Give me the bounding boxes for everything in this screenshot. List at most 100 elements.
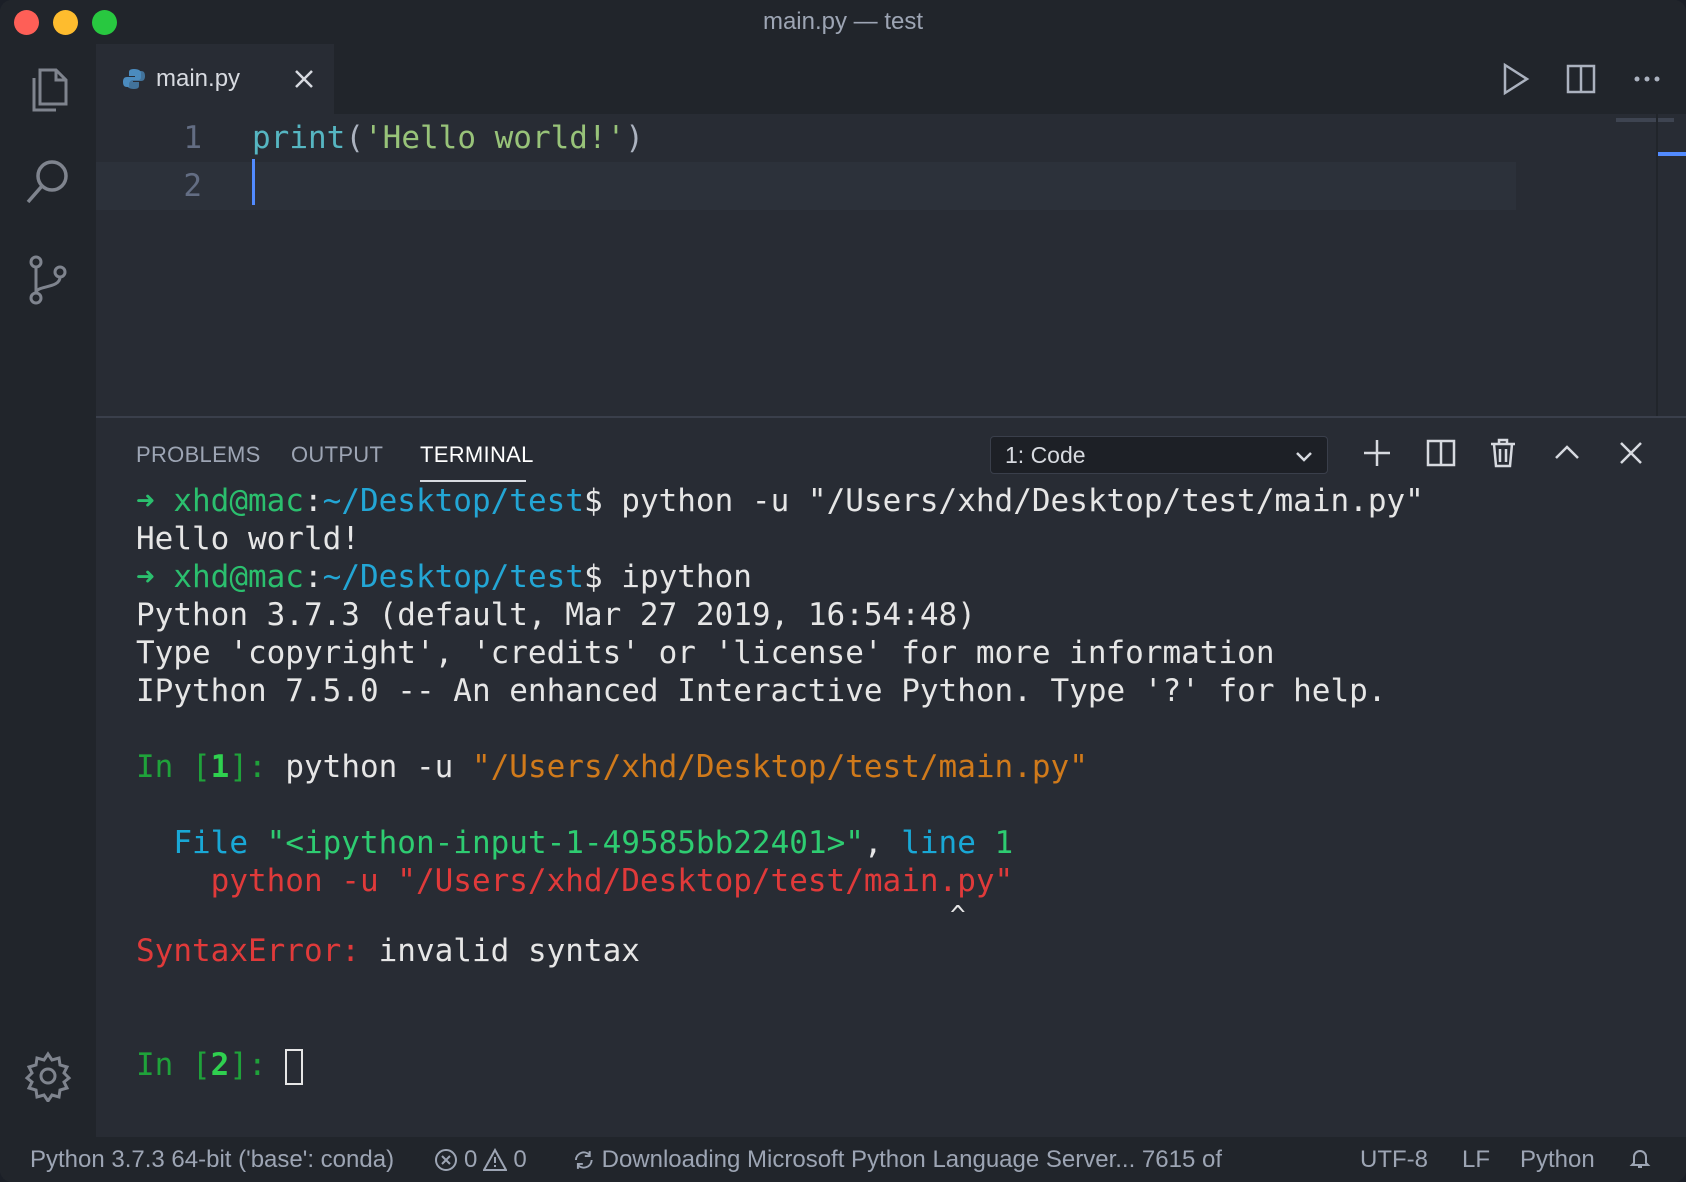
prompt-arrow: ➜	[136, 559, 174, 595]
window-controls	[14, 10, 117, 35]
minimap[interactable]	[1616, 118, 1674, 122]
files-icon[interactable]	[22, 64, 74, 116]
language-mode-selector[interactable]: Python	[1520, 1146, 1595, 1174]
terminal-line: Hello world!	[136, 521, 360, 557]
warning-count: 0	[513, 1146, 527, 1173]
title-bar: main.py — test	[0, 0, 1686, 44]
editor-actions	[1496, 60, 1666, 98]
editor-scrollbar-track[interactable]	[1656, 114, 1658, 416]
prompt-colon: :	[303, 559, 323, 595]
python-interpreter[interactable]: Python 3.7.3 64-bit ('base': conda)	[30, 1146, 394, 1174]
run-icon[interactable]	[1496, 60, 1534, 98]
eol-selector[interactable]: LF	[1462, 1146, 1490, 1174]
prompt-userhost: xhd@mac	[173, 559, 304, 595]
tab-output[interactable]: OUTPUT	[291, 442, 383, 468]
command: ipython	[621, 559, 752, 595]
sync-icon	[574, 1151, 593, 1169]
vscode-window: main.py — test main.py 1 print('Hello wo…	[0, 0, 1686, 1182]
close-tab-icon[interactable]	[290, 65, 318, 93]
tab-main-py[interactable]: main.py	[96, 44, 334, 114]
ipython-input-line: In [2]:	[136, 1046, 1676, 1085]
close-window-button[interactable]	[14, 10, 39, 35]
notifications-bell-icon[interactable]	[1628, 1146, 1652, 1170]
terminal-line: IPython 7.5.0 -- An enhanced Interactive…	[136, 673, 1387, 709]
tab-problems[interactable]: PROBLEMS	[136, 442, 261, 468]
download-progress-text: Downloading Microsoft Python Language Se…	[601, 1146, 1222, 1173]
traceback-caret-line: ^	[136, 901, 966, 931]
input-string: "/Users/xhd/Desktop/test/main.py"	[471, 749, 1088, 785]
source-control-icon[interactable]	[22, 254, 74, 306]
token-paren: (	[345, 120, 364, 156]
new-terminal-icon[interactable]	[1360, 436, 1394, 470]
terminal-line: ➜ xhd@mac:~/Desktop/test$ python -u "/Us…	[136, 482, 1676, 520]
in-prompt-suffix: ]:	[229, 749, 286, 785]
editor-tab-bar: main.py	[96, 44, 1686, 114]
traceback-line-number: 1	[994, 825, 1014, 861]
tab-terminal[interactable]: TERMINAL	[420, 442, 534, 468]
prompt-dollar: $	[583, 483, 622, 519]
cursor-position-marker	[1658, 152, 1686, 156]
warning-icon	[483, 1148, 508, 1171]
tab-label: main.py	[156, 65, 241, 92]
gear-icon[interactable]	[22, 1050, 74, 1104]
ipython-input-line: In [1]: python -u "/Users/xhd/Desktop/te…	[136, 748, 1676, 786]
search-icon[interactable]	[22, 156, 74, 208]
trash-icon[interactable]	[1486, 436, 1520, 470]
close-panel-icon[interactable]	[1614, 436, 1648, 470]
input-command: python -u	[285, 749, 472, 785]
in-prompt-number: 2	[210, 1047, 230, 1083]
traceback-file-line: File "<ipython-input-1-49585bb22401>", l…	[136, 824, 1676, 862]
minimize-window-button[interactable]	[53, 10, 78, 35]
maximize-panel-icon[interactable]	[1550, 436, 1584, 470]
terminal-selector[interactable]: 1: Code	[990, 436, 1328, 474]
in-prompt-prefix: In [	[136, 1047, 211, 1083]
error-icon	[435, 1149, 457, 1171]
command: python -u "/Users/xhd/Desktop/test/main.…	[621, 483, 1424, 519]
in-prompt-prefix: In [	[136, 749, 211, 785]
status-bar: Python 3.7.3 64-bit ('base': conda) 0 0 …	[0, 1137, 1686, 1182]
error-count: 0	[464, 1146, 478, 1173]
error-line: SyntaxError: invalid syntax	[136, 932, 1676, 970]
traceback-line-word: line	[901, 825, 995, 861]
code-line: 1 print('Hello world!')	[96, 114, 1516, 162]
code-line-current: 2	[96, 159, 1516, 213]
text-cursor	[252, 159, 255, 205]
error-message: invalid syntax	[359, 933, 640, 969]
python-file-icon	[123, 69, 145, 89]
terminal-line: Type 'copyright', 'credits' or 'license'…	[136, 635, 1275, 671]
bottom-panel: PROBLEMS OUTPUT TERMINAL 1: Code ➜ xhd@m…	[96, 416, 1686, 1137]
prompt-colon: :	[303, 483, 323, 519]
encoding-selector[interactable]: UTF-8	[1360, 1146, 1428, 1174]
language-mode-label: Python	[1520, 1146, 1595, 1173]
traceback-file-name: "<ipython-input-1-49585bb22401>"	[266, 825, 864, 861]
chevron-down-icon	[1296, 452, 1312, 462]
maximize-window-button[interactable]	[92, 10, 117, 35]
prompt-dollar: $	[583, 559, 622, 595]
terminal-selector-value: 1: Code	[1005, 441, 1086, 468]
in-prompt-number: 1	[210, 749, 230, 785]
terminal-line: ➜ xhd@mac:~/Desktop/test$ ipython	[136, 558, 1676, 596]
token-function: print	[252, 120, 346, 156]
prompt-arrow: ➜	[136, 483, 174, 519]
traceback-comma: ,	[863, 825, 902, 861]
line-code	[252, 159, 255, 213]
terminal-cursor	[285, 1048, 304, 1085]
split-terminal-icon[interactable]	[1424, 436, 1458, 470]
split-editor-icon[interactable]	[1562, 60, 1600, 98]
in-prompt-suffix: ]:	[229, 1047, 286, 1083]
eol-label: LF	[1462, 1146, 1491, 1173]
terminal-line: Python 3.7.3 (default, Mar 27 2019, 16:5…	[136, 597, 976, 633]
line-number: 2	[183, 168, 202, 204]
problems-summary[interactable]: 0 0	[434, 1146, 527, 1174]
activity-bar	[0, 44, 96, 1137]
more-actions-icon[interactable]	[1628, 60, 1666, 98]
error-type: SyntaxError:	[136, 933, 360, 969]
code-editor[interactable]: 1 print('Hello world!') 2	[96, 114, 1686, 416]
prompt-path: ~/Desktop/test	[322, 483, 584, 519]
terminal-output[interactable]: ➜ xhd@mac:~/Desktop/test$ python -u "/Us…	[136, 482, 1676, 1122]
